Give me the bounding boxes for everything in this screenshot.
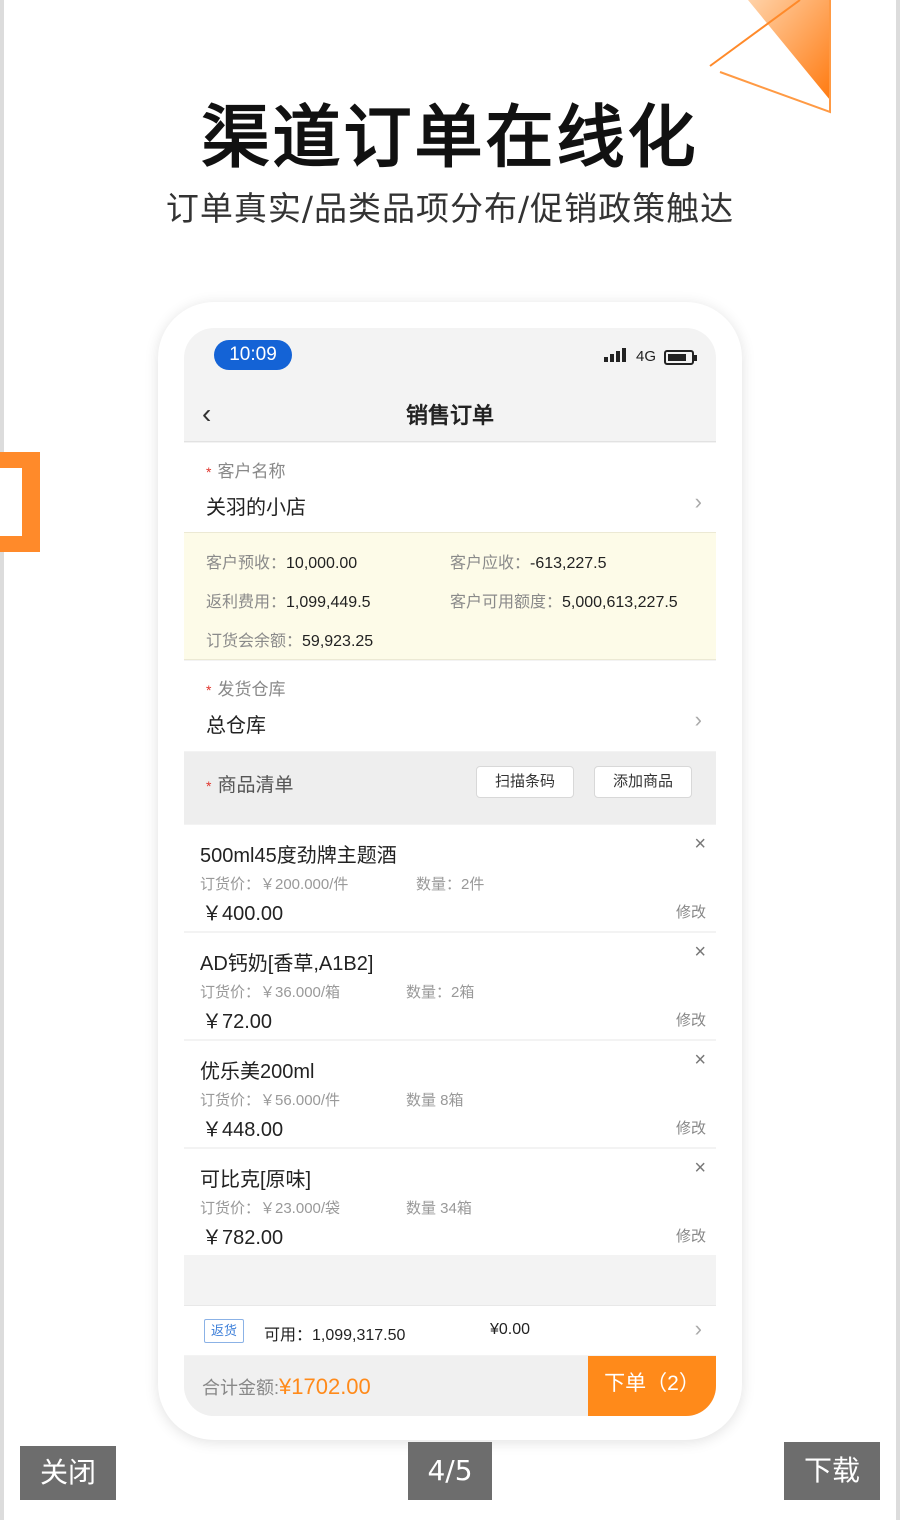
balance-value: 59,923.25 — [302, 633, 374, 650]
item-total: ￥400.00 — [202, 903, 284, 925]
chevron-right-icon: › — [694, 489, 702, 514]
hero-subtitle: 订单真实/品类品项分布/促销政策触达 — [165, 189, 735, 228]
goods-header: * 商品清单 扫描条码 添加商品 — [184, 752, 716, 824]
prepaid-label: 客户预收： — [206, 555, 287, 572]
orange-bracket-decoration — [0, 452, 40, 552]
goods-label: 商品清单 — [217, 775, 294, 796]
item-qty: 数量 8箱 — [406, 1092, 464, 1109]
status-time: 10:09 — [214, 340, 292, 370]
return-badge: 返货 — [204, 1319, 245, 1343]
balance-row: 订货会余额：59,923.25 — [206, 627, 373, 651]
customer-value: 关羽的小店 — [206, 497, 306, 519]
credit-row: 客户可用额度：5,000,613,227.5 — [450, 588, 678, 612]
item-price: 订货价：￥200.000/件 — [200, 876, 349, 893]
page-title: 销售订单 — [405, 403, 494, 428]
prepaid-row: 客户预收：10,000.00 — [206, 549, 357, 573]
item-total: ￥448.00 — [202, 1119, 284, 1141]
battery-icon — [664, 350, 697, 365]
rebate-value: 1,099,449.5 — [286, 594, 371, 611]
item-qty: 数量 34箱 — [406, 1200, 472, 1217]
item-total: ￥782.00 — [202, 1227, 284, 1249]
item-total: ￥72.00 — [202, 1011, 273, 1033]
status-bar: 10:09 4G — [184, 328, 716, 388]
item-name: AD钙奶[香草,A1B2] — [200, 953, 374, 975]
submit-order-button[interactable]: 下单（2） — [588, 1356, 716, 1416]
item-price: 订货价：￥36.000/箱 — [200, 984, 341, 1001]
receivable-row: 客户应收：-613,227.5 — [450, 549, 607, 573]
close-icon[interactable]: × — [694, 1049, 706, 1072]
list-item: AD钙奶[香草,A1B2] 订货价：￥36.000/箱 数量：2箱 ￥72.00… — [184, 933, 716, 1039]
credit-label: 客户可用额度： — [450, 594, 563, 611]
download-button[interactable]: 下载 — [784, 1442, 880, 1500]
item-price: 订货价：￥23.000/袋 — [200, 1200, 341, 1217]
item-name: 500ml45度劲牌主题酒 — [200, 845, 397, 867]
page-indicator: 4/5 — [408, 1442, 492, 1500]
required-mark: * — [206, 682, 212, 698]
return-goods-row[interactable]: 返货 可用：1,099,317.50 ¥0.00 › — [184, 1305, 716, 1355]
warehouse-field[interactable]: * 发货仓库 总仓库 › — [184, 661, 716, 751]
total-wrap: 合计金额:¥1702.00 — [202, 1374, 371, 1400]
required-mark: * — [206, 464, 212, 480]
warehouse-label: 发货仓库 — [217, 680, 286, 699]
receivable-label: 客户应收： — [450, 555, 531, 572]
receivable-value: -613,227.5 — [530, 555, 607, 572]
prepaid-value: 10,000.00 — [286, 555, 358, 572]
signal-icon — [604, 348, 626, 362]
return-amount: ¥0.00 — [490, 1321, 531, 1338]
total-value: ¥1702.00 — [279, 1374, 371, 1399]
balance-label: 订货会余额： — [206, 633, 303, 650]
warehouse-label-wrap: * 发货仓库 — [206, 675, 285, 700]
hero-title: 渠道订单在线化 — [201, 99, 699, 178]
chevron-right-icon: › — [694, 1316, 702, 1341]
close-icon[interactable]: × — [694, 833, 706, 856]
add-goods-button[interactable]: 添加商品 — [594, 766, 693, 798]
warehouse-value: 总仓库 — [206, 715, 266, 737]
close-icon[interactable]: × — [694, 941, 706, 964]
total-label: 合计金额: — [202, 1378, 280, 1398]
edit-button[interactable]: 修改 — [676, 901, 706, 922]
scan-barcode-button[interactable]: 扫描条码 — [476, 766, 575, 798]
list-item: 优乐美200ml 订货价：￥56.000/件 数量 8箱 ￥448.00 × 修… — [184, 1041, 716, 1147]
item-price: 订货价：￥56.000/件 — [200, 1092, 341, 1109]
list-item: 可比克[原味] 订货价：￥23.000/袋 数量 34箱 ￥782.00 × 修… — [184, 1149, 716, 1255]
rebate-label: 返利费用： — [206, 594, 287, 611]
item-name: 可比克[原味] — [200, 1169, 312, 1191]
close-icon[interactable]: × — [694, 1157, 706, 1180]
item-name: 优乐美200ml — [200, 1061, 315, 1083]
edit-button[interactable]: 修改 — [676, 1117, 706, 1138]
network-type: 4G — [635, 348, 656, 365]
nav-bar: ‹ 销售订单 — [184, 388, 716, 442]
customer-finance-panel: 客户预收：10,000.00 客户应收：-613,227.5 返利费用：1,09… — [184, 532, 716, 660]
item-qty: 数量：2件 — [416, 876, 485, 893]
customer-label: 客户名称 — [217, 462, 286, 481]
goods-label-wrap: * 商品清单 — [206, 770, 293, 797]
chevron-right-icon: › — [694, 707, 702, 732]
customer-label-wrap: * 客户名称 — [206, 457, 285, 482]
return-available: 可用：1,099,317.50 — [264, 1327, 406, 1344]
list-item: 500ml45度劲牌主题酒 订货价：￥200.000/件 数量：2件 ￥400.… — [184, 825, 716, 931]
rebate-row: 返利费用：1,099,449.5 — [206, 588, 371, 612]
close-button[interactable]: 关闭 — [20, 1446, 116, 1500]
required-mark: * — [206, 778, 212, 794]
edit-button[interactable]: 修改 — [676, 1009, 706, 1030]
credit-value: 5,000,613,227.5 — [562, 594, 678, 611]
customer-field[interactable]: * 客户名称 关羽的小店 › — [184, 443, 716, 532]
item-qty: 数量：2箱 — [406, 984, 475, 1001]
phone-screen: 10:09 4G ‹ 销售订单 * 客户名称 关羽的小店 › 客户预收：10,00… — [184, 328, 716, 1416]
edit-button[interactable]: 修改 — [676, 1225, 706, 1246]
order-footer: 合计金额:¥1702.00 下单（2） — [184, 1356, 716, 1416]
